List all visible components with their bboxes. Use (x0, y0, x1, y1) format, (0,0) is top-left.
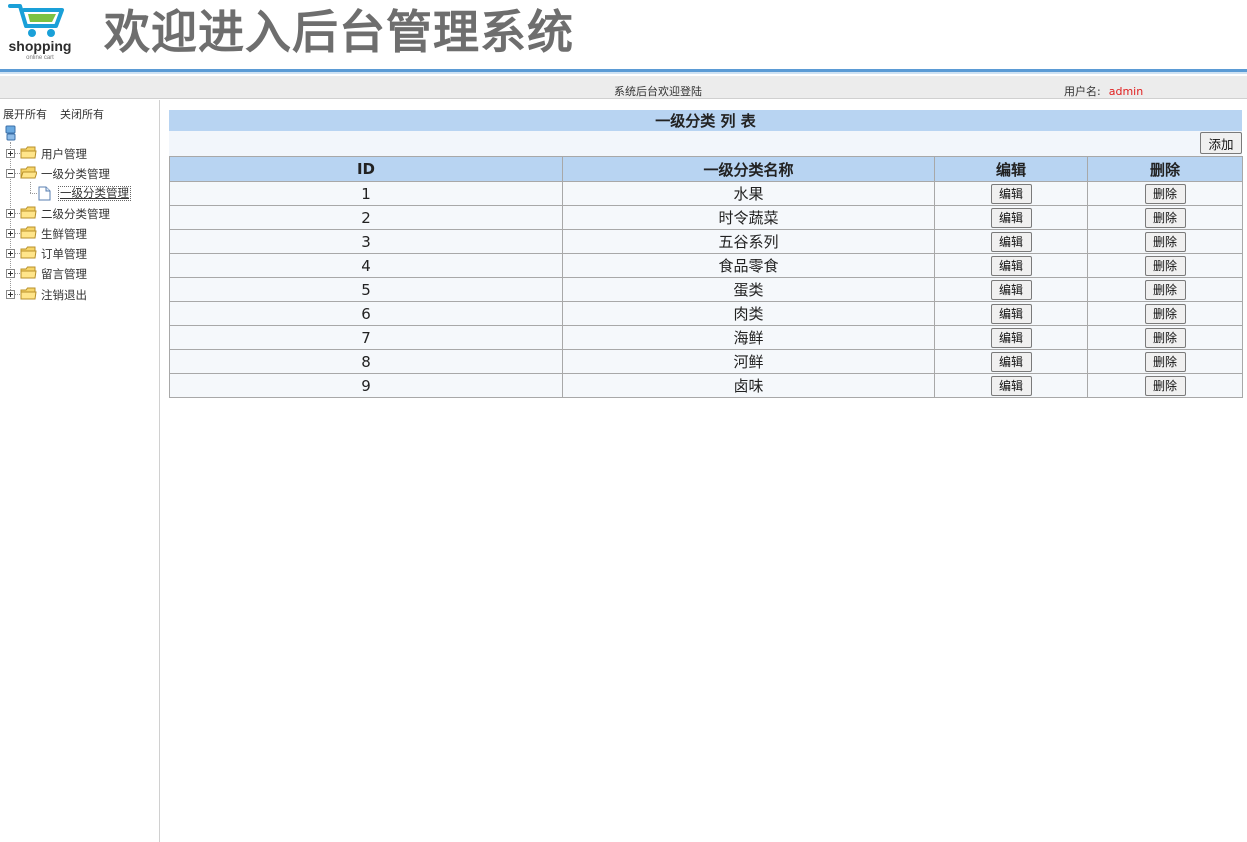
header-divider-light (0, 72, 1247, 74)
table-row: 2 时令蔬菜 编辑 删除 (169, 205, 1243, 230)
cell-name: 五谷系列 (562, 229, 935, 254)
category-table: ID 一级分类名称 编辑 删除 1 水果 编辑 删除 2 时令蔬菜 编辑 删除 … (169, 156, 1243, 398)
table-row: 4 食品零食 编辑 删除 (169, 253, 1243, 278)
edit-button[interactable]: 编辑 (990, 351, 1032, 372)
folder-icon (20, 146, 37, 163)
expand-all-link[interactable]: 展开所有 (3, 108, 47, 121)
cell-name: 蛋类 (562, 277, 935, 302)
expand-toggle-icon[interactable] (6, 269, 15, 278)
expand-toggle-icon[interactable] (6, 209, 15, 218)
logo-text: shopping (8, 38, 72, 54)
sidebar-item-label: 注销退出 (41, 288, 87, 302)
cell-id: 9 (169, 373, 563, 398)
edit-button[interactable]: 编辑 (990, 327, 1032, 348)
delete-button[interactable]: 删除 (1144, 303, 1186, 324)
cell-name: 时令蔬菜 (562, 205, 935, 230)
expand-toggle-icon[interactable] (6, 290, 15, 299)
collapse-toggle-icon[interactable] (6, 169, 15, 178)
page-icon (38, 186, 51, 204)
collapse-all-link[interactable]: 关闭所有 (60, 108, 104, 121)
cell-name: 食品零食 (562, 253, 935, 278)
cell-id: 4 (169, 253, 563, 278)
expand-toggle-icon[interactable] (6, 249, 15, 258)
sidebar-item-label: 一级分类管理 (41, 167, 110, 181)
cell-name: 水果 (562, 181, 935, 206)
site-title: 欢迎进入后台管理系统 (104, 5, 574, 59)
delete-button[interactable]: 删除 (1144, 183, 1186, 204)
sidebar-item-label: 订单管理 (41, 247, 87, 261)
cell-id: 1 (169, 181, 563, 206)
sidebar-item-label: 留言管理 (41, 267, 87, 281)
welcome-text: 系统后台欢迎登陆 (614, 85, 702, 98)
add-button[interactable]: 添加 (1200, 132, 1242, 154)
cell-id: 2 (169, 205, 563, 230)
edit-button[interactable]: 编辑 (990, 207, 1032, 228)
delete-button[interactable]: 删除 (1144, 255, 1186, 276)
folder-icon (20, 206, 37, 223)
table-row: 9 卤味 编辑 删除 (169, 373, 1243, 398)
sidebar-item-label: 二级分类管理 (41, 207, 110, 221)
user-info: 用户名: admin (1064, 83, 1143, 99)
sidebar-tree: 展开所有关闭所有 用户管理 一级分类管理 一级分类管理 二级分类管理 生鲜管理 (0, 100, 160, 842)
list-toolbar: 添加 (169, 131, 1242, 156)
cell-id: 5 (169, 277, 563, 302)
username-label: 用户名: (1064, 85, 1101, 98)
folder-open-icon (20, 166, 38, 183)
column-header-id: ID (169, 156, 563, 182)
sidebar-item-label: 用户管理 (41, 147, 87, 161)
cell-name: 河鲜 (562, 349, 935, 374)
header: shopping online cart 欢迎进入后台管理系统 (0, 0, 1247, 69)
cell-id: 8 (169, 349, 563, 374)
list-title: 一级分类 列 表 (169, 110, 1242, 131)
table-row: 5 蛋类 编辑 删除 (169, 277, 1243, 302)
cell-id: 3 (169, 229, 563, 254)
edit-button[interactable]: 编辑 (990, 231, 1032, 252)
logo-subtext: online cart (26, 55, 54, 61)
status-bar: 系统后台欢迎登陆 用户名: admin (0, 76, 1247, 99)
cell-name: 海鲜 (562, 325, 935, 350)
expand-toggle-icon[interactable] (6, 149, 15, 158)
sidebar-item-label: 生鲜管理 (41, 227, 87, 241)
table-row: 6 肉类 编辑 删除 (169, 301, 1243, 326)
table-row: 3 五谷系列 编辑 删除 (169, 229, 1243, 254)
cell-id: 6 (169, 301, 563, 326)
edit-button[interactable]: 编辑 (990, 375, 1032, 396)
delete-button[interactable]: 删除 (1144, 207, 1186, 228)
sidebar-leaf-label: 一级分类管理 (58, 186, 131, 201)
table-row: 1 水果 编辑 删除 (169, 181, 1243, 206)
delete-button[interactable]: 删除 (1144, 279, 1186, 300)
delete-button[interactable]: 删除 (1144, 351, 1186, 372)
username-value: admin (1108, 85, 1144, 98)
table-row: 7 海鲜 编辑 删除 (169, 325, 1243, 350)
cart-icon (8, 4, 64, 37)
column-header-edit: 编辑 (934, 156, 1088, 182)
cell-name: 卤味 (562, 373, 935, 398)
folder-icon (20, 287, 37, 304)
delete-button[interactable]: 删除 (1144, 327, 1186, 348)
tree-controls: 展开所有 关闭所有 (3, 106, 117, 122)
edit-button[interactable]: 编辑 (990, 183, 1032, 204)
tree-guide-line (30, 182, 31, 193)
table-row: 8 河鲜 编辑 删除 (169, 349, 1243, 374)
cell-id: 7 (169, 325, 563, 350)
folder-icon (20, 246, 37, 263)
delete-button[interactable]: 删除 (1144, 375, 1186, 396)
tree-root-icon (5, 125, 18, 144)
edit-button[interactable]: 编辑 (990, 303, 1032, 324)
edit-button[interactable]: 编辑 (990, 279, 1032, 300)
expand-toggle-icon[interactable] (6, 229, 15, 238)
table-header-row: ID 一级分类名称 编辑 删除 (169, 156, 1243, 182)
folder-icon (20, 266, 37, 283)
folder-icon (20, 226, 37, 243)
cell-name: 肉类 (562, 301, 935, 326)
edit-button[interactable]: 编辑 (990, 255, 1032, 276)
column-header-name: 一级分类名称 (562, 156, 935, 182)
column-header-delete: 删除 (1087, 156, 1243, 182)
delete-button[interactable]: 删除 (1144, 231, 1186, 252)
